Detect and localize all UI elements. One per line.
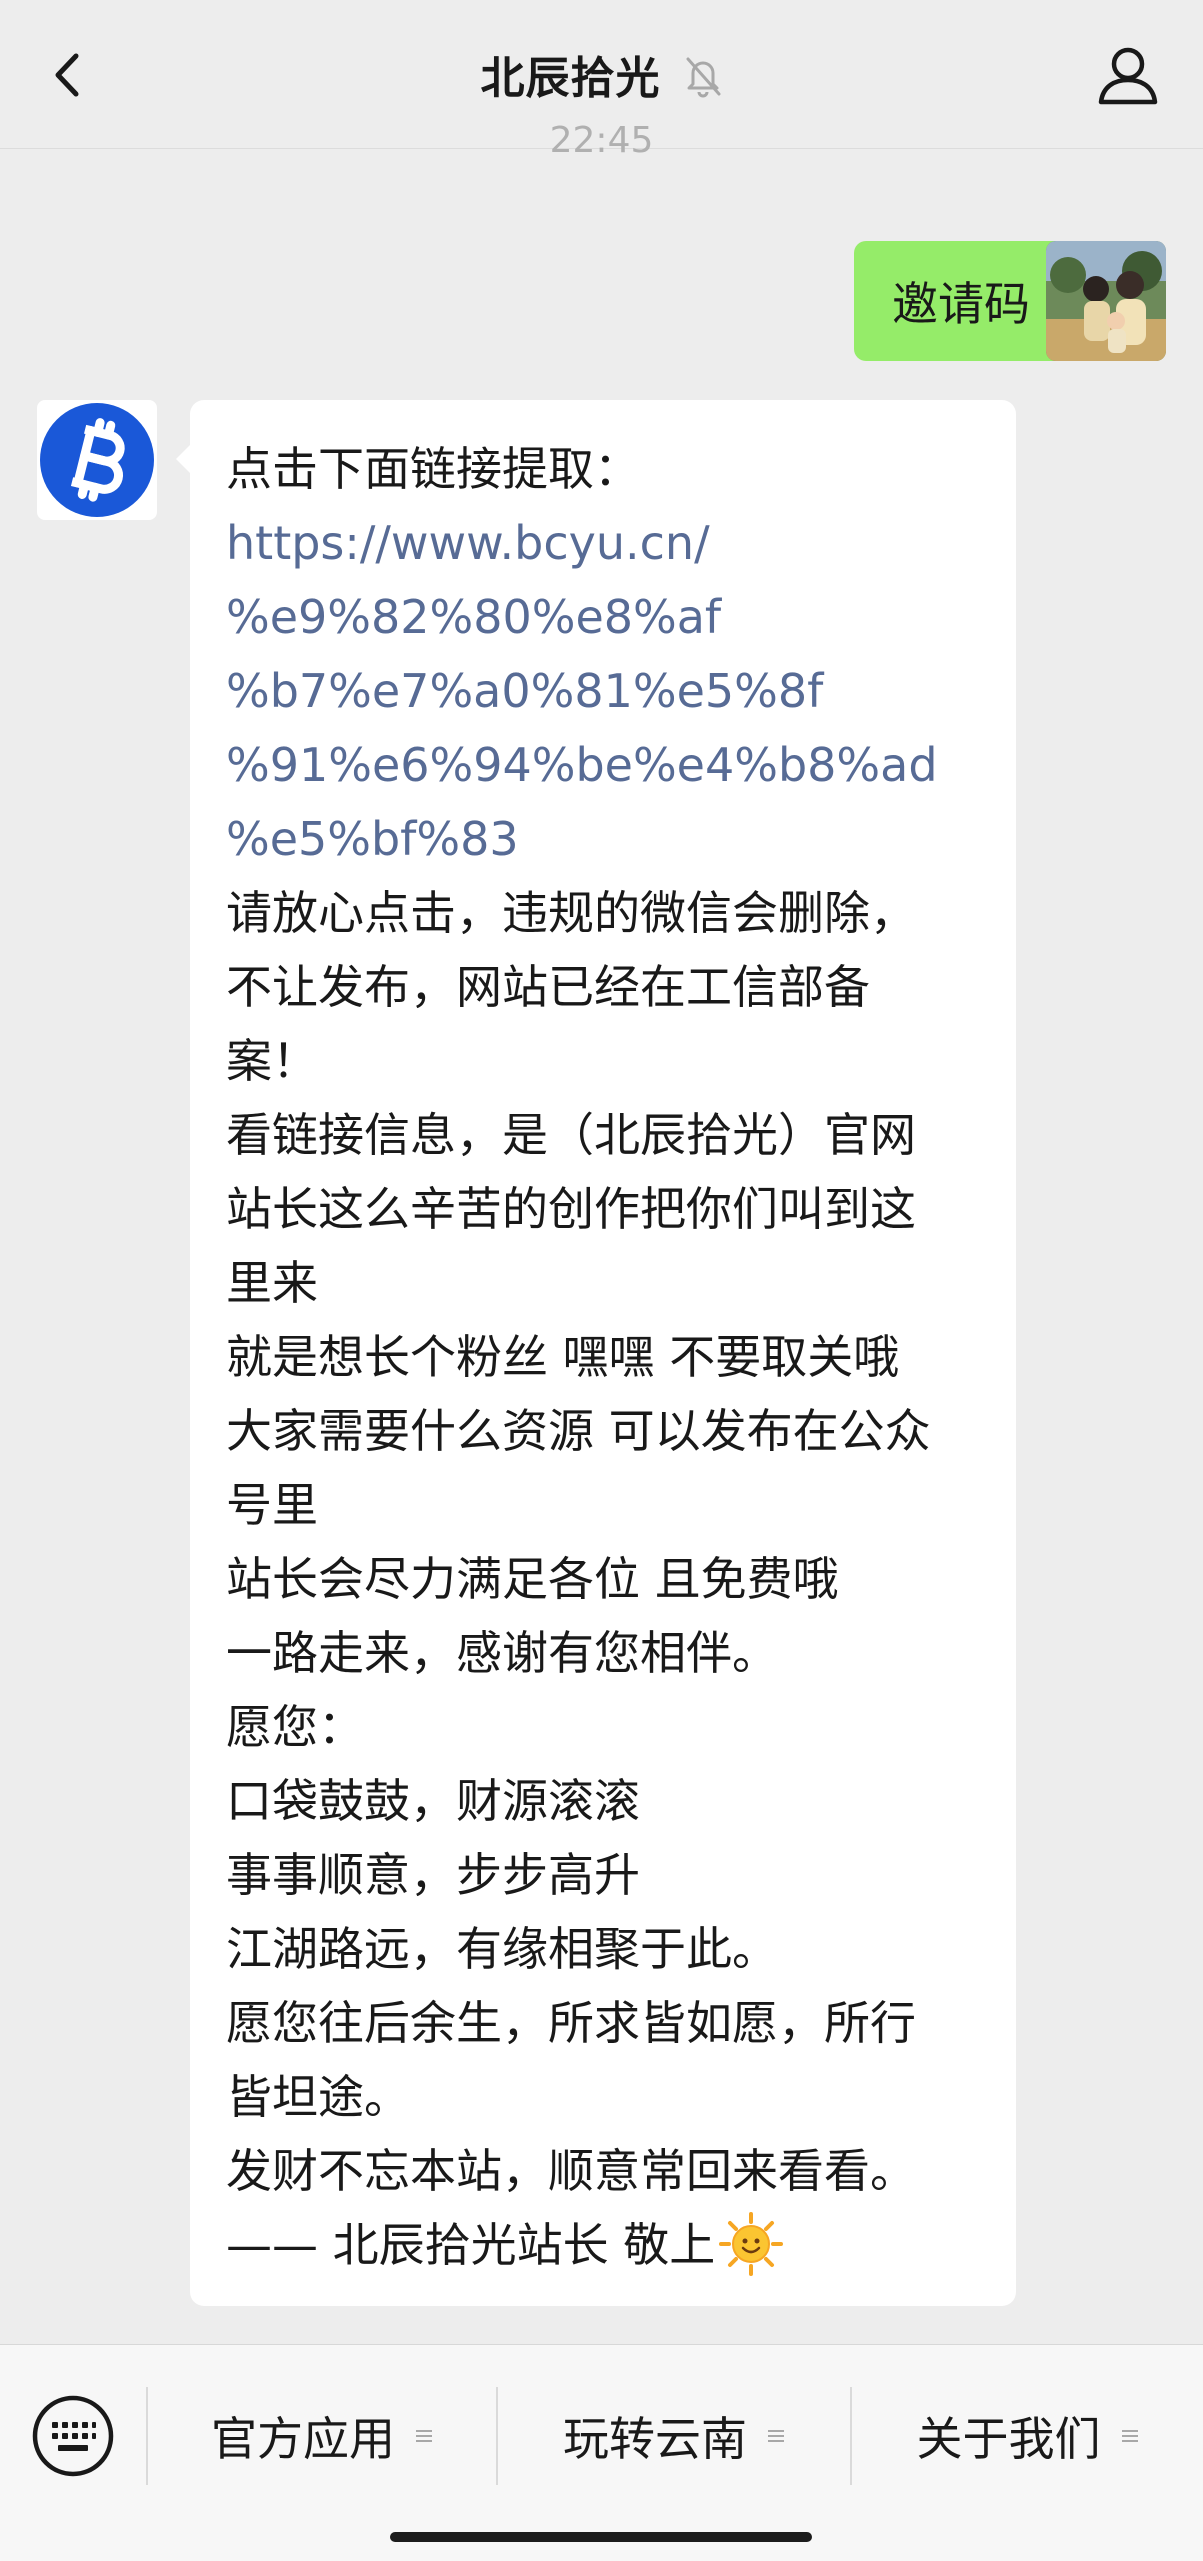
- message-signature: —— 北辰拾光站长 敬上: [226, 2218, 716, 2272]
- chat-title: 北辰拾光: [480, 53, 661, 104]
- link-line[interactable]: https://www.bcyu.cn/: [226, 506, 980, 580]
- incoming-message-bubble[interactable]: 点击下面链接提取： https://www.bcyu.cn/ %e9%82%80…: [176, 400, 1016, 2306]
- message-line: 愿您：: [226, 1700, 364, 1754]
- menu-item-explore-yunnan[interactable]: 玩转云南: [498, 2375, 850, 2497]
- message-line: 站长这么辛苦的创作把你们叫到这: [226, 1182, 916, 1236]
- message-line: 看链接信息，是（北辰拾光）官网: [226, 1108, 916, 1162]
- message-line: 江湖路远，有缘相聚于此。: [226, 1922, 778, 1976]
- menu-item-about-us[interactable]: 关于我们: [852, 2375, 1203, 2497]
- message-line: 口袋鼓鼓，财源滚滚: [226, 1774, 640, 1828]
- link-line[interactable]: %e9%82%80%e8%af: [226, 580, 980, 654]
- person-icon: [1098, 47, 1158, 105]
- user-avatar-photo: [1046, 241, 1166, 361]
- back-button[interactable]: [40, 40, 100, 110]
- message-line: 一路走来，感谢有您相伴。: [226, 1626, 778, 1680]
- menu-item-label: 关于我们: [916, 2412, 1101, 2466]
- message-line: 号里: [226, 1478, 318, 1532]
- link-line[interactable]: %e5%bf%83: [226, 802, 980, 876]
- menu-item-label: 官方应用: [211, 2412, 395, 2466]
- outgoing-message-text: 邀请码: [892, 277, 1030, 331]
- message-line: 不让发布，网站已经在工信部备: [226, 960, 870, 1014]
- official-account-menu-bar: 官方应用 玩转云南 关于我们: [0, 2344, 1203, 2561]
- message-line: 大家需要什么资源 可以发布在公众: [226, 1404, 931, 1458]
- message-line: 愿您往后余生，所求皆如愿，所行: [226, 1996, 916, 2050]
- sun-with-face-icon: [719, 2211, 784, 2276]
- message-line: 事事顺意，步步高升: [226, 1848, 640, 1902]
- message-line: 站长会尽力满足各位 且免费哦: [226, 1552, 839, 1606]
- menu-item-label: 玩转云南: [563, 2412, 747, 2466]
- message-link[interactable]: https://www.bcyu.cn/ %e9%82%80%e8%af %b7…: [226, 506, 980, 876]
- message-line: 案！: [226, 1034, 318, 1088]
- chat-profile-button[interactable]: [1093, 40, 1163, 110]
- keyboard-icon: [32, 2395, 114, 2477]
- outgoing-message-bubble[interactable]: 邀请码: [854, 241, 1082, 361]
- link-line[interactable]: %91%e6%94%be%e4%b8%ad: [226, 728, 980, 802]
- chevron-left-icon: [55, 53, 79, 97]
- keyboard-toggle-button[interactable]: [28, 2391, 118, 2481]
- official-account-avatar[interactable]: [37, 400, 157, 520]
- bitcoin-logo-icon: [40, 403, 154, 517]
- message-intro: 点击下面链接提取：: [226, 442, 640, 496]
- home-indicator[interactable]: [390, 2532, 812, 2542]
- message-line: 请放心点击，违规的微信会删除，: [226, 886, 916, 940]
- message-line: 发财不忘本站，顺意常回来看看。: [226, 2144, 916, 2198]
- bell-off-icon: [686, 57, 720, 98]
- message-line: 里来: [226, 1256, 318, 1310]
- message-line: 皆坦途。: [226, 2070, 410, 2124]
- user-avatar[interactable]: [1046, 241, 1166, 361]
- message-signature-line: —— 北辰拾光站长 敬上: [226, 2208, 980, 2282]
- message-timestamp: 22:45: [549, 120, 654, 160]
- link-line[interactable]: %b7%e7%a0%81%e5%8f: [226, 654, 980, 728]
- list-menu-icon: [1121, 2430, 1138, 2442]
- menu-item-official-apps[interactable]: 官方应用: [148, 2375, 496, 2497]
- list-menu-icon: [768, 2430, 784, 2442]
- list-menu-icon: [416, 2430, 432, 2442]
- message-line: 就是想长个粉丝 嘿嘿 不要取关哦: [226, 1330, 900, 1384]
